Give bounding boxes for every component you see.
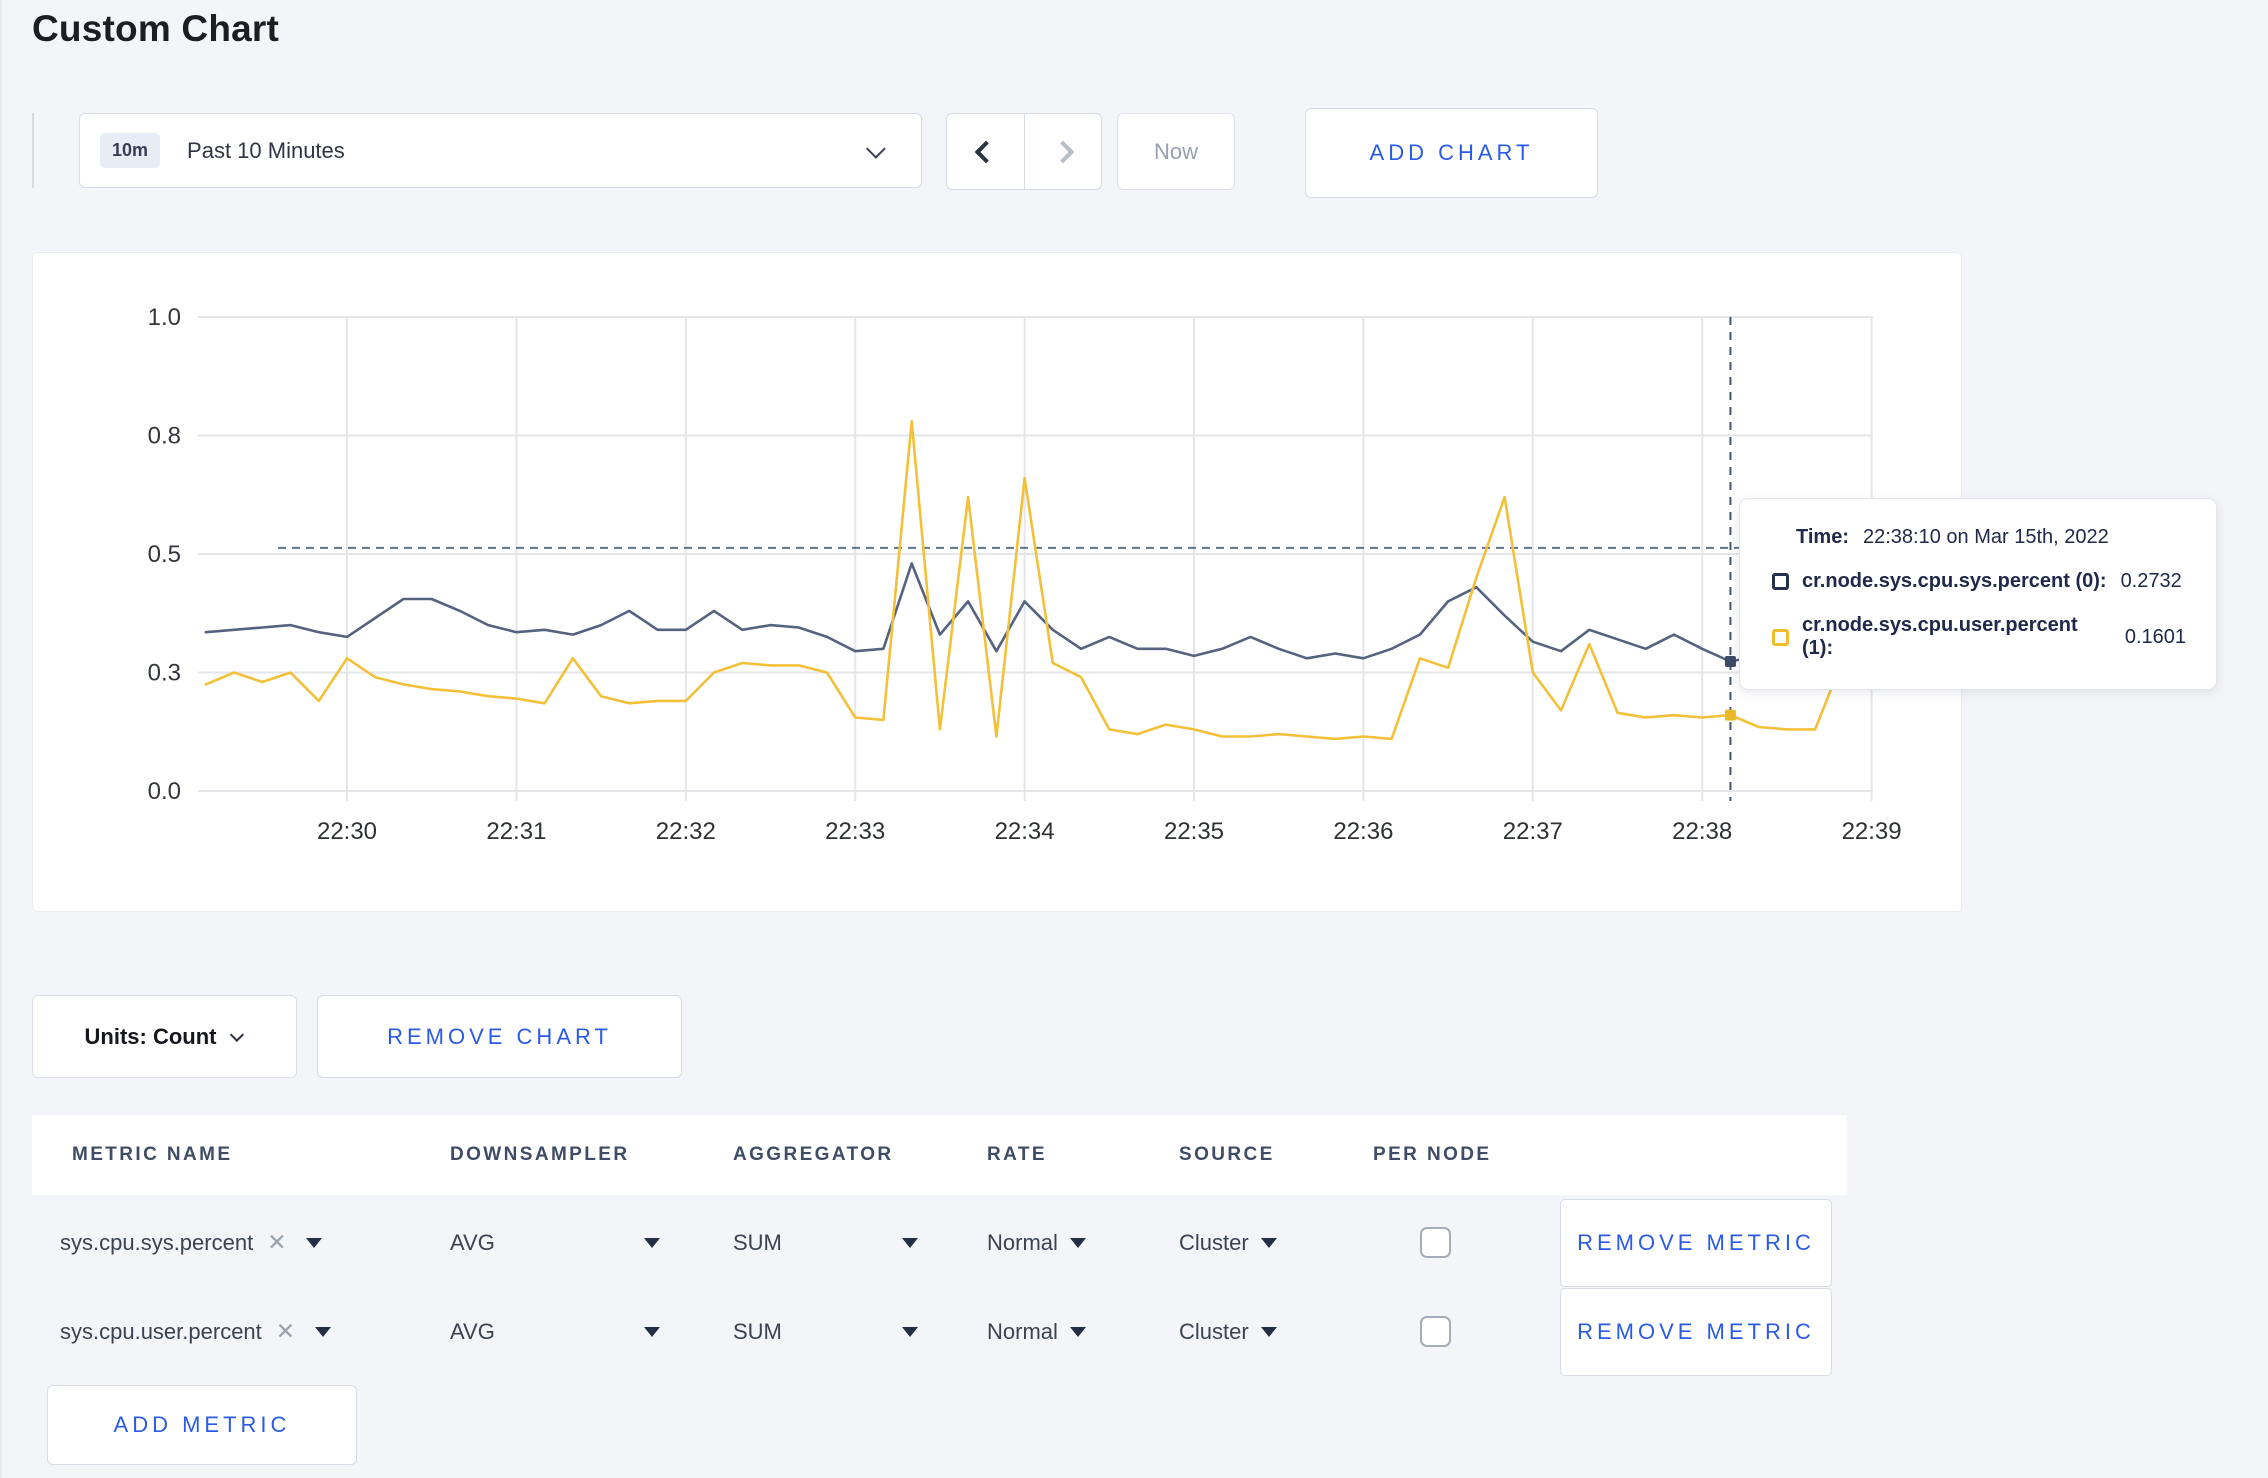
caret-down-icon xyxy=(902,1326,918,1337)
caret-down-icon xyxy=(306,1237,323,1248)
tooltip-series-name: cr.node.sys.cpu.user.percent (1): xyxy=(1802,614,2078,659)
metric-name-select[interactable]: sys.cpu.sys.percent ✕ xyxy=(32,1229,450,1256)
metrics-table-header: METRIC NAME DOWNSAMPLER AGGREGATOR RATE … xyxy=(32,1115,1847,1195)
toolbar-separator xyxy=(32,113,34,188)
aggregator-select[interactable]: SUM xyxy=(733,1230,987,1256)
metric-row: sys.cpu.user.percent ✕ AVG SUM Normal Cl… xyxy=(32,1287,1847,1376)
series-swatch-icon xyxy=(1772,628,1789,646)
per-node-checkbox[interactable] xyxy=(1420,1316,1451,1347)
add-chart-button[interactable]: ADD CHART xyxy=(1305,108,1598,198)
tooltip-series-row: cr.node.sys.cpu.user.percent (1): 0.1601 xyxy=(1772,614,2186,660)
caret-down-icon xyxy=(315,1326,332,1337)
actions-cell: REMOVE METRIC xyxy=(1560,1287,1847,1376)
tooltip-time-value: 22:38:10 on Mar 15th, 2022 xyxy=(1862,526,2109,548)
svg-text:1.0: 1.0 xyxy=(148,304,181,331)
svg-text:22:36: 22:36 xyxy=(1333,818,1393,845)
remove-metric-button[interactable]: REMOVE METRIC xyxy=(1560,1287,1832,1376)
time-forward-button[interactable] xyxy=(1024,113,1102,190)
source-value: Cluster xyxy=(1179,1229,1249,1255)
svg-text:0.0: 0.0 xyxy=(148,778,181,805)
tooltip-series-value: 0.2732 xyxy=(2120,570,2182,592)
tooltip-time-row: Time: 22:38:10 on Mar 15th, 2022 xyxy=(1772,526,2186,549)
tooltip-time-label: Time: xyxy=(1796,526,1849,548)
metrics-table-body: sys.cpu.sys.percent ✕ AVG SUM Normal Clu… xyxy=(32,1198,1847,1376)
chart-card: 0.0 0.3 0.5 0.8 1.0 22:30 22:31 22:32 22:33 22:34… xyxy=(32,252,1962,912)
svg-text:0.8: 0.8 xyxy=(148,423,181,450)
source-select[interactable]: Cluster xyxy=(1179,1230,1373,1256)
rate-select[interactable]: Normal xyxy=(987,1319,1179,1345)
per-node-checkbox[interactable] xyxy=(1420,1227,1451,1258)
caret-down-icon xyxy=(1260,1237,1277,1248)
page: { "page": { "title": "Custom Chart" }, "… xyxy=(0,0,2268,1478)
time-back-button[interactable] xyxy=(946,113,1024,190)
time-range-label: Past 10 Minutes xyxy=(187,137,345,163)
source-value: Cluster xyxy=(1179,1318,1249,1344)
caret-down-icon xyxy=(1069,1326,1086,1337)
add-metric-button[interactable]: ADD METRIC xyxy=(47,1385,357,1465)
tooltip-series-row: cr.node.sys.cpu.sys.percent (0): 0.2732 xyxy=(1772,570,2186,593)
chart-tooltip: Time: 22:38:10 on Mar 15th, 2022 cr.node… xyxy=(1739,498,2217,690)
now-button[interactable]: Now xyxy=(1117,113,1235,190)
caret-down-icon xyxy=(902,1237,918,1248)
svg-text:22:37: 22:37 xyxy=(1503,818,1563,845)
rate-value: Normal xyxy=(987,1318,1058,1344)
svg-text:22:35: 22:35 xyxy=(1164,818,1224,845)
col-header-downsampler: DOWNSAMPLER xyxy=(450,1144,630,1165)
series-swatch-icon xyxy=(1772,573,1789,590)
chevron-down-icon xyxy=(230,1027,245,1042)
metric-name-value: sys.cpu.user.percent xyxy=(60,1318,262,1344)
col-header-source: SOURCE xyxy=(1179,1144,1275,1165)
time-range-select[interactable]: 10m Past 10 Minutes xyxy=(79,113,922,188)
svg-text:0.3: 0.3 xyxy=(148,660,181,687)
svg-text:22:33: 22:33 xyxy=(825,818,885,845)
tooltip-series-value: 0.1601 xyxy=(2124,625,2186,648)
downsampler-value: AVG xyxy=(450,1229,495,1255)
svg-text:22:32: 22:32 xyxy=(656,818,716,845)
per-node-cell xyxy=(1373,1227,1560,1258)
caret-down-icon xyxy=(1069,1237,1086,1248)
col-header-aggregator: AGGREGATOR xyxy=(733,1144,894,1165)
rate-select[interactable]: Normal xyxy=(987,1230,1179,1256)
per-node-cell xyxy=(1373,1316,1560,1347)
units-label: Units: Count xyxy=(84,1023,217,1049)
aggregator-value: SUM xyxy=(733,1229,782,1255)
caret-down-icon xyxy=(1260,1326,1277,1337)
rate-value: Normal xyxy=(987,1229,1058,1255)
svg-text:22:31: 22:31 xyxy=(486,818,546,845)
downsampler-select[interactable]: AVG xyxy=(450,1230,733,1256)
tooltip-series-name: cr.node.sys.cpu.sys.percent (0): xyxy=(1802,570,2107,592)
remove-chart-button[interactable]: REMOVE CHART xyxy=(317,995,682,1078)
svg-text:22:39: 22:39 xyxy=(1842,818,1902,845)
downsampler-select[interactable]: AVG xyxy=(450,1319,733,1345)
chevron-left-icon xyxy=(974,140,997,163)
metric-name-value: sys.cpu.sys.percent xyxy=(60,1229,254,1255)
clear-metric-icon[interactable]: ✕ xyxy=(276,1318,295,1345)
col-header-per-node: PER NODE xyxy=(1373,1144,1492,1165)
units-select[interactable]: Units: Count xyxy=(32,995,297,1078)
remove-metric-button[interactable]: REMOVE METRIC xyxy=(1560,1198,1832,1287)
time-nav-group xyxy=(946,113,1102,190)
downsampler-value: AVG xyxy=(450,1318,495,1344)
aggregator-select[interactable]: SUM xyxy=(733,1319,987,1345)
aggregator-value: SUM xyxy=(733,1318,782,1344)
page-title: Custom Chart xyxy=(32,8,280,49)
metric-name-select[interactable]: sys.cpu.user.percent ✕ xyxy=(32,1318,450,1345)
svg-text:22:34: 22:34 xyxy=(995,818,1055,845)
caret-down-icon xyxy=(644,1326,660,1337)
svg-text:0.5: 0.5 xyxy=(148,541,181,568)
chevron-right-icon xyxy=(1051,140,1075,163)
svg-text:22:30: 22:30 xyxy=(317,818,377,845)
time-range-badge: 10m xyxy=(100,133,161,168)
col-header-metric-name: METRIC NAME xyxy=(72,1144,233,1165)
clear-metric-icon[interactable]: ✕ xyxy=(267,1229,286,1256)
actions-cell: REMOVE METRIC xyxy=(1560,1198,1847,1287)
chart-plot[interactable]: 0.0 0.3 0.5 0.8 1.0 22:30 22:31 22:32 22:33 22:34… xyxy=(33,253,1961,911)
caret-down-icon xyxy=(644,1237,660,1248)
svg-text:22:38: 22:38 xyxy=(1672,818,1732,845)
source-select[interactable]: Cluster xyxy=(1179,1319,1373,1345)
metric-row: sys.cpu.sys.percent ✕ AVG SUM Normal Clu… xyxy=(32,1198,1847,1287)
col-header-rate: RATE xyxy=(987,1144,1047,1165)
